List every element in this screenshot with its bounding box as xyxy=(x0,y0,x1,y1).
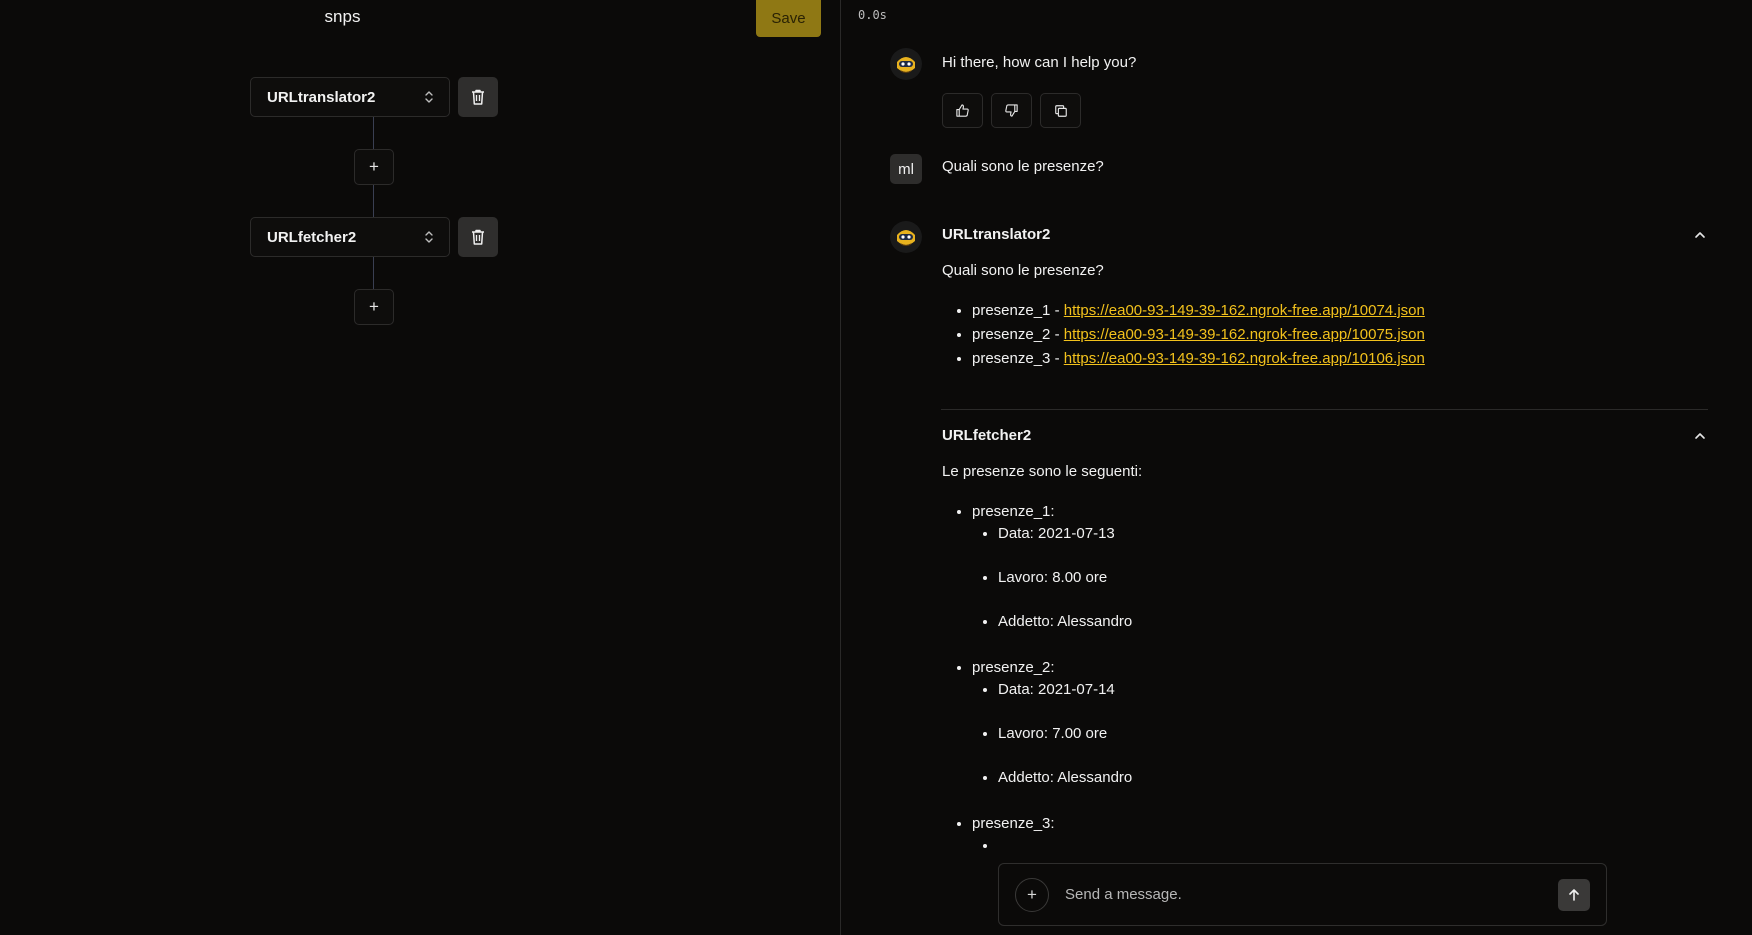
save-button[interactable]: Save xyxy=(756,0,821,37)
group-title: presenze_2: xyxy=(972,659,1055,676)
list-item-separator: - xyxy=(1050,302,1064,319)
field-item: Data: 2021-07-13 xyxy=(998,524,1132,544)
chat-pane: 0.0s Hi there, how can I help you? ml Qu… xyxy=(841,0,1752,935)
send-button[interactable] xyxy=(1558,878,1590,911)
step-select-label: URLtranslator2 xyxy=(267,88,376,106)
field-item xyxy=(998,836,1132,856)
chevron-up-down-icon xyxy=(425,231,433,243)
bot-greeting-text: Hi there, how can I help you? xyxy=(942,54,1137,71)
list-item-key: presenze_1 xyxy=(972,302,1051,319)
arrow-up-icon xyxy=(1569,888,1579,901)
pipeline-builder-pane: snps Save URLtranslator2 + URLfetcher2 + xyxy=(0,0,840,935)
sub-list: Data: 2021-07-13 Lavoro: 8.00 ore Addett… xyxy=(998,524,1132,632)
url-link[interactable]: https://ea00-93-149-39-162.ngrok-free.ap… xyxy=(1064,326,1425,343)
field-item: Data: 2021-07-14 xyxy=(998,680,1132,700)
bot-avatar-icon xyxy=(890,221,922,253)
copy-button[interactable] xyxy=(1040,93,1081,128)
message-input[interactable] xyxy=(1065,886,1558,903)
list-item: presenze_2: Data: 2021-07-14 Lavoro: 7.0… xyxy=(972,656,1132,788)
sub-list: Data: 2021-07-14 Lavoro: 7.00 ore Addett… xyxy=(998,680,1132,788)
step-select-urlfetcher2[interactable]: URLfetcher2 xyxy=(250,217,450,257)
url-link[interactable]: https://ea00-93-149-39-162.ngrok-free.ap… xyxy=(1064,350,1425,367)
thumbs-down-button[interactable] xyxy=(991,93,1032,128)
thumbs-up-button[interactable] xyxy=(942,93,983,128)
agent-intro-text: Quali sono le presenze? xyxy=(942,262,1104,279)
field-item: Addetto: Alessandro xyxy=(998,612,1132,632)
chevron-up-icon[interactable] xyxy=(1693,230,1707,240)
list-item-key: presenze_2 xyxy=(972,326,1051,343)
group-title: presenze_3: xyxy=(972,815,1055,832)
chevron-up-down-icon xyxy=(425,91,433,103)
connector-line xyxy=(373,257,374,289)
chevron-up-icon[interactable] xyxy=(1693,431,1707,441)
section-divider xyxy=(941,409,1708,410)
list-item: presenze_1: Data: 2021-07-13 Lavoro: 8.0… xyxy=(972,500,1132,632)
list-item: presenze_1 - https://ea00-93-149-39-162.… xyxy=(972,299,1425,323)
url-list: presenze_1 - https://ea00-93-149-39-162.… xyxy=(942,299,1425,371)
bot-avatar-icon xyxy=(890,48,922,80)
add-step-button[interactable]: + xyxy=(354,149,394,185)
pipeline-title: snps xyxy=(324,7,361,26)
step-select-label: URLfetcher2 xyxy=(267,228,357,246)
user-message-text: Quali sono le presenze? xyxy=(942,158,1104,175)
copy-icon xyxy=(1054,104,1067,117)
trash-icon xyxy=(472,229,484,245)
list-item: presenze_3 - https://ea00-93-149-39-162.… xyxy=(972,347,1425,371)
attach-button[interactable]: + xyxy=(1015,877,1049,912)
user-avatar: ml xyxy=(890,154,922,184)
delete-step-button[interactable] xyxy=(458,77,498,117)
url-link[interactable]: https://ea00-93-149-39-162.ngrok-free.ap… xyxy=(1064,302,1425,319)
presenze-list: presenze_1: Data: 2021-07-13 Lavoro: 8.0… xyxy=(942,500,1132,880)
thumbs-up-icon xyxy=(956,104,969,117)
list-item: presenze_3: xyxy=(972,812,1132,856)
agent-name: URLfetcher2 xyxy=(942,427,1032,444)
sub-list xyxy=(998,836,1132,856)
agent-name: URLtranslator2 xyxy=(942,226,1051,243)
plus-icon: + xyxy=(1027,884,1037,904)
step-select-urltranslator2[interactable]: URLtranslator2 xyxy=(250,77,450,117)
list-item-separator: - xyxy=(1050,326,1064,343)
trash-icon xyxy=(472,89,484,105)
list-item: presenze_2 - https://ea00-93-149-39-162.… xyxy=(972,323,1425,347)
delete-step-button[interactable] xyxy=(458,217,498,257)
message-composer: + xyxy=(998,863,1607,926)
field-item: Lavoro: 8.00 ore xyxy=(998,568,1132,588)
plus-icon: + xyxy=(369,157,379,176)
agent-intro-text: Le presenze sono le seguenti: xyxy=(942,463,1143,480)
connector-line xyxy=(373,117,374,149)
connector-line xyxy=(373,185,374,217)
list-item-key: presenze_3 xyxy=(972,350,1051,367)
field-item: Addetto: Alessandro xyxy=(998,768,1132,788)
plus-icon: + xyxy=(369,297,379,316)
group-title: presenze_1: xyxy=(972,503,1055,520)
add-step-button[interactable]: + xyxy=(354,289,394,325)
elapsed-timer: 0.0s xyxy=(858,8,887,22)
field-item: Lavoro: 7.00 ore xyxy=(998,724,1132,744)
list-item-separator: - xyxy=(1050,350,1064,367)
thumbs-down-icon xyxy=(1005,104,1018,117)
